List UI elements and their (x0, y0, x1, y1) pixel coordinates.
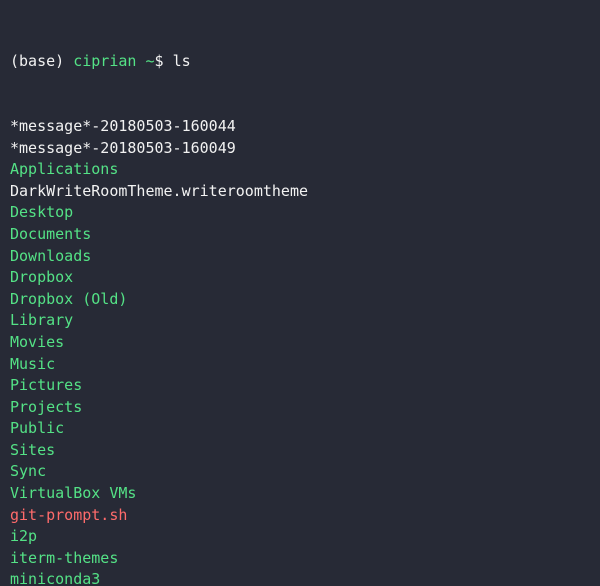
ls-output: *message*-20180503-160044*message*-20180… (10, 116, 590, 586)
list-item: Sync (10, 461, 590, 483)
list-item: Documents (10, 224, 590, 246)
prompt-user: ciprian (73, 52, 136, 70)
list-item: iterm-themes (10, 548, 590, 570)
list-item: Projects (10, 397, 590, 419)
list-item: Pictures (10, 375, 590, 397)
list-item: Dropbox (Old) (10, 289, 590, 311)
list-item: *message*-20180503-160044 (10, 116, 590, 138)
list-item: i2p (10, 526, 590, 548)
list-item: Applications (10, 159, 590, 181)
prompt-env: (base) (10, 52, 64, 70)
list-item: Sites (10, 440, 590, 462)
prompt-line-1: (base) ciprian ~$ ls (10, 51, 590, 73)
list-item: VirtualBox VMs (10, 483, 590, 505)
list-item: Movies (10, 332, 590, 354)
list-item: *message*-20180503-160049 (10, 138, 590, 160)
command-text: ls (173, 52, 191, 70)
prompt-cwd: ~ (145, 52, 154, 70)
list-item: git-prompt.sh (10, 505, 590, 527)
prompt-symbol: $ (155, 52, 164, 70)
list-item: Dropbox (10, 267, 590, 289)
list-item: Public (10, 418, 590, 440)
list-item: miniconda3 (10, 569, 590, 586)
list-item: Library (10, 310, 590, 332)
list-item: DarkWriteRoomTheme.writeroomtheme (10, 181, 590, 203)
list-item: Downloads (10, 246, 590, 268)
terminal[interactable]: (base) ciprian ~$ ls *message*-20180503-… (0, 0, 600, 586)
list-item: Desktop (10, 202, 590, 224)
list-item: Music (10, 354, 590, 376)
